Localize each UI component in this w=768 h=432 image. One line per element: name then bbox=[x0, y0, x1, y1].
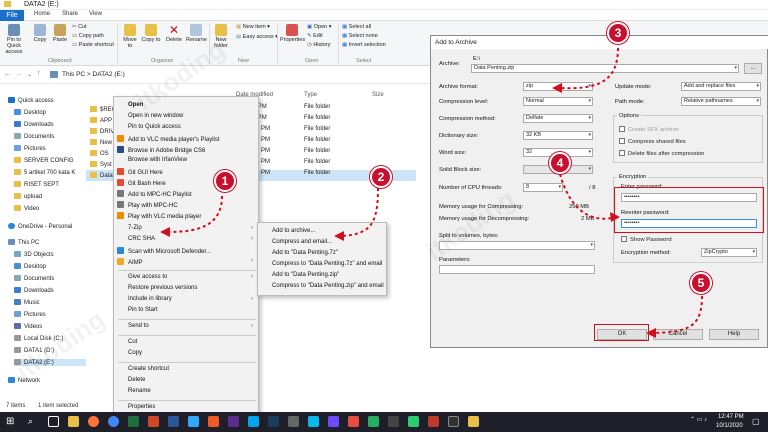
search-icon[interactable]: ⌕ bbox=[28, 416, 39, 427]
annotation-arrows bbox=[160, 47, 703, 338]
tray-icons[interactable]: ⌃ ▭ ♪ bbox=[690, 416, 707, 423]
arrowhead-3 bbox=[552, 83, 562, 93]
step-badge-1: 1 bbox=[214, 170, 236, 192]
step-badge-5: 5 bbox=[690, 272, 712, 294]
windows-start-icon[interactable]: ⊞ bbox=[6, 416, 17, 427]
step-badge-4: 4 bbox=[549, 152, 571, 174]
app-icon-7[interactable] bbox=[408, 416, 419, 427]
terminal-icon[interactable] bbox=[288, 416, 299, 427]
task-view-icon[interactable] bbox=[48, 416, 59, 427]
app-icon-6[interactable] bbox=[388, 416, 399, 427]
step-badge-2: 2 bbox=[370, 166, 392, 188]
arrow-step-4 bbox=[559, 173, 613, 220]
app-icon-2[interactable] bbox=[308, 416, 319, 427]
store-icon[interactable] bbox=[248, 416, 259, 427]
app-icon-9[interactable] bbox=[448, 416, 459, 427]
word-icon[interactable] bbox=[168, 416, 179, 427]
visual-studio-icon[interactable] bbox=[228, 416, 239, 427]
arrow-step-2 bbox=[341, 187, 379, 237]
clock-time[interactable]: 12:47 PM bbox=[718, 414, 744, 420]
excel-icon[interactable] bbox=[128, 416, 139, 427]
arrow-step-3 bbox=[559, 47, 619, 90]
7zip-taskbar-icon[interactable] bbox=[468, 416, 479, 427]
app-icon-5[interactable] bbox=[368, 416, 379, 427]
virtualbox-icon[interactable] bbox=[268, 416, 279, 427]
clock-date[interactable]: 10/1/2020 bbox=[716, 423, 743, 429]
step-badge-3: 3 bbox=[607, 22, 629, 44]
arrowhead-4 bbox=[610, 212, 620, 222]
powerpoint-icon[interactable] bbox=[148, 416, 159, 427]
app-icon-8[interactable] bbox=[428, 416, 439, 427]
arrow-step-1 bbox=[167, 195, 223, 233]
firefox-icon[interactable] bbox=[88, 416, 99, 427]
arrowhead-1 bbox=[160, 227, 170, 237]
arrowhead-2 bbox=[334, 231, 344, 241]
taskbar: ⊞ ⌕ ⌃ ▭ ♪ 12:47 PM 10/1/2020 ▢ bbox=[0, 412, 768, 432]
photoshop-icon[interactable] bbox=[188, 416, 199, 427]
app-icon-3[interactable] bbox=[328, 416, 339, 427]
arrow-step-5 bbox=[653, 295, 703, 334]
app-icon[interactable] bbox=[208, 416, 219, 427]
chrome-icon[interactable] bbox=[108, 416, 119, 427]
arrowhead-5 bbox=[646, 328, 656, 338]
notification-icon[interactable]: ▢ bbox=[752, 417, 760, 426]
app-icon-4[interactable] bbox=[348, 416, 359, 427]
file-explorer-icon[interactable] bbox=[68, 416, 79, 427]
